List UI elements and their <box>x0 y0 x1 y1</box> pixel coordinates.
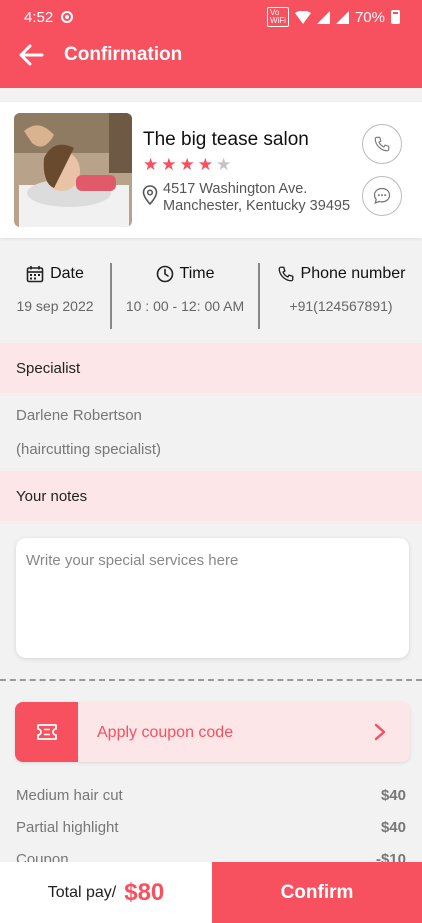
total-amount: $80 <box>124 878 165 906</box>
apply-coupon-button[interactable]: Apply coupon code <box>15 702 410 762</box>
date-info: Date 19 sep 2022 <box>0 262 110 314</box>
chat-bubble-icon <box>373 187 391 205</box>
battery-icon <box>391 10 400 24</box>
ticket-icon <box>36 724 57 740</box>
phone-value: +91(124567891) <box>289 298 393 314</box>
notes-input[interactable] <box>26 552 396 569</box>
price-row: Partial highlight $40 <box>16 819 406 836</box>
page-title: Confirmation <box>64 44 183 65</box>
notes-box[interactable] <box>16 538 409 658</box>
chevron-right-icon <box>374 723 386 741</box>
star-icon: ★ <box>216 155 232 174</box>
coupon-label: Apply coupon code <box>97 724 234 741</box>
chat-button[interactable] <box>362 176 402 216</box>
wifi-icon <box>294 10 311 24</box>
star-icon: ★ <box>161 155 177 174</box>
salon-name: The big tease salon <box>143 129 309 150</box>
notes-heading: Your notes <box>0 471 422 521</box>
booking-info: Date 19 sep 2022 Time 10 : 00 - 12: 00 A… <box>0 262 422 332</box>
star-icon: ★ <box>197 155 213 174</box>
app-header: 4:52 Vo WiFi 70% Confirmation <box>0 0 422 88</box>
phone-icon <box>278 266 293 282</box>
specialist-name: Darlene Robertson <box>16 407 142 424</box>
signal-icon <box>316 10 330 24</box>
coupon-icon-box <box>15 702 78 762</box>
rating-stars: ★ ★ ★ ★ ★ <box>143 155 231 175</box>
phone-info: Phone number +91(124567891) <box>260 262 422 314</box>
confirm-button[interactable]: Confirm <box>212 862 422 923</box>
back-arrow-icon[interactable] <box>18 44 44 66</box>
time-label: Time <box>179 265 215 282</box>
vowifi-icon: Vo WiFi <box>266 7 289 27</box>
salon-card: The big tease salon ★ ★ ★ ★ ★ 4517 Washingto… <box>0 102 422 238</box>
star-icon: ★ <box>143 155 159 174</box>
date-label: Date <box>50 265 84 282</box>
total-pay: Total pay/ $80 <box>0 862 212 923</box>
calendar-icon <box>26 266 44 283</box>
phone-icon <box>374 136 390 152</box>
time-info: Time 10 : 00 - 12: 00 AM <box>112 262 258 314</box>
specialist-role: (haircutting specialist) <box>16 441 162 458</box>
location-pin-icon <box>142 185 158 205</box>
phone-label: Phone number <box>300 265 406 282</box>
battery-percent: 70% <box>354 8 385 26</box>
price-amount: $40 <box>380 787 406 804</box>
price-item: Partial highlight <box>16 819 119 836</box>
price-row: Medium hair cut $40 <box>16 787 406 804</box>
salon-address: 4517 Washington Ave. Manchester, Kentuck… <box>163 181 351 214</box>
clock-icon <box>156 265 173 283</box>
specialist-heading: Specialist <box>0 343 422 393</box>
call-button[interactable] <box>362 124 402 164</box>
date-value: 19 sep 2022 <box>16 298 94 314</box>
price-item: Medium hair cut <box>16 787 123 804</box>
bottom-bar: Total pay/ $80 Confirm <box>0 862 422 923</box>
status-time: 4:52 <box>24 8 54 26</box>
salon-photo <box>14 113 132 227</box>
time-value: 10 : 00 - 12: 00 AM <box>125 298 245 314</box>
dashed-divider <box>0 679 422 681</box>
signal-icon <box>335 10 349 24</box>
recording-icon <box>61 11 74 23</box>
price-amount: $40 <box>380 819 406 836</box>
total-label: Total pay/ <box>47 883 117 901</box>
status-bar: 4:52 Vo WiFi 70% <box>0 0 422 34</box>
star-icon: ★ <box>179 155 195 174</box>
